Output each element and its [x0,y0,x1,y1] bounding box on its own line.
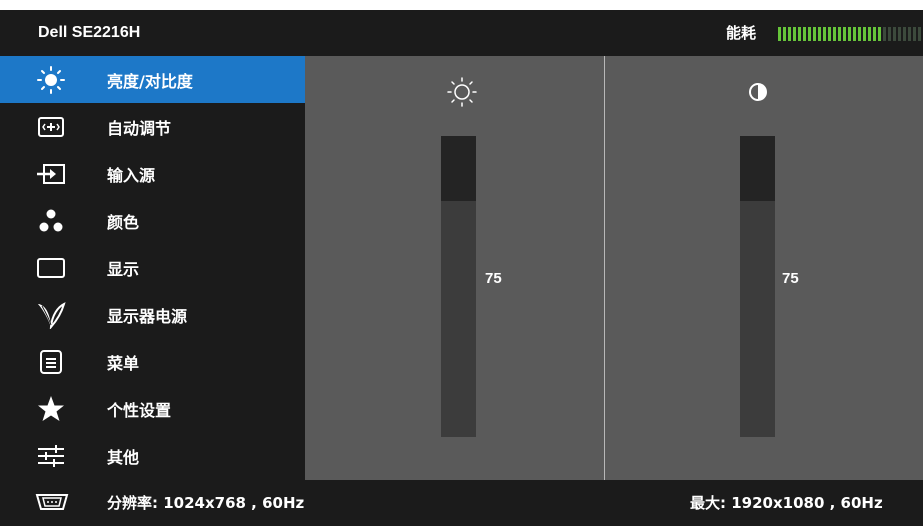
energy-segment [883,27,886,41]
energy-segment [798,27,801,41]
energy-segment [858,27,861,41]
energy-segment [868,27,871,41]
menu-item-brightness-contrast[interactable]: 亮度/对比度 [0,56,305,103]
menu-item-auto-adjust[interactable]: 自动调节 [0,103,305,150]
energy-segment [873,27,876,41]
menu-label: 菜单 [107,353,140,373]
energy-segment [848,27,851,41]
contrast-value: 75 [782,270,799,287]
brightness-icon [442,72,482,112]
energy-segment [913,27,916,41]
monitor-osd: Dell SE2216H 能耗 亮度/对比度 自动调节 输入源 颜色 显示 显示… [0,0,923,526]
menu-item-monitor-power[interactable]: 显示器电源 [0,291,305,338]
energy-segment [893,27,896,41]
slider-handle[interactable] [740,136,775,201]
star-icon [34,394,68,424]
contrast-icon [738,72,778,112]
energy-segment [783,27,786,41]
menu-label: 颜色 [107,212,140,232]
energy-leaf-icon [34,300,68,330]
energy-segment [843,27,846,41]
energy-segment [793,27,796,41]
menu-item-color[interactable]: 颜色 [0,197,305,244]
menu-label: 显示 [107,259,140,279]
menu-item-menu[interactable]: 菜单 [0,338,305,385]
brightness-panel: 75 [305,56,604,480]
energy-segment [778,27,781,41]
energy-segment [903,27,906,41]
max-resolution: 最大: 1920x1080 , 60Hz [690,494,883,512]
color-icon [34,206,68,236]
energy-segment [813,27,816,41]
menu-label: 其他 [107,447,140,467]
osd-footer: 分辨率: 1024x768 , 60Hz 最大: 1920x1080 , 60H… [0,480,923,526]
energy-segment [788,27,791,41]
menu-label: 亮度/对比度 [107,71,193,91]
menu-item-personalize[interactable]: 个性设置 [0,385,305,432]
slider-handle[interactable] [441,136,476,201]
input-source-icon [34,159,68,189]
energy-segment [898,27,901,41]
energy-segment [823,27,826,41]
energy-segment [888,27,891,41]
energy-segment [853,27,856,41]
menu-item-input-source[interactable]: 输入源 [0,150,305,197]
energy-segment [908,27,911,41]
model-name: Dell SE2216H [38,24,141,41]
energy-segment [918,27,921,41]
energy-segment [878,27,881,41]
auto-adjust-icon [34,112,68,142]
menu-label: 自动调节 [107,118,172,138]
menu-label: 个性设置 [107,400,172,420]
brightness-value: 75 [485,270,502,287]
sliders-icon [34,441,68,471]
menu-item-display[interactable]: 显示 [0,244,305,291]
menu-icon [34,347,68,377]
energy-label: 能耗 [726,24,757,42]
menu-item-others[interactable]: 其他 [0,432,305,479]
current-resolution: 分辨率: 1024x768 , 60Hz [107,494,305,512]
energy-segment [818,27,821,41]
energy-segment [828,27,831,41]
energy-meter [778,27,921,41]
osd-header: Dell SE2216H 能耗 [0,10,923,56]
contrast-panel: 75 [605,56,923,480]
energy-segment [803,27,806,41]
display-icon [34,253,68,283]
menu-label: 显示器电源 [107,306,188,326]
menu-label: 输入源 [107,165,156,185]
contrast-slider[interactable] [740,136,775,437]
energy-segment [838,27,841,41]
brightness-icon [34,65,68,95]
osd-sidebar: 亮度/对比度 自动调节 输入源 颜色 显示 显示器电源 菜单 个性设置 其他 [0,56,305,480]
energy-segment [833,27,836,41]
energy-segment [863,27,866,41]
vga-connector-icon [34,490,70,514]
brightness-slider[interactable] [441,136,476,437]
energy-segment [808,27,811,41]
